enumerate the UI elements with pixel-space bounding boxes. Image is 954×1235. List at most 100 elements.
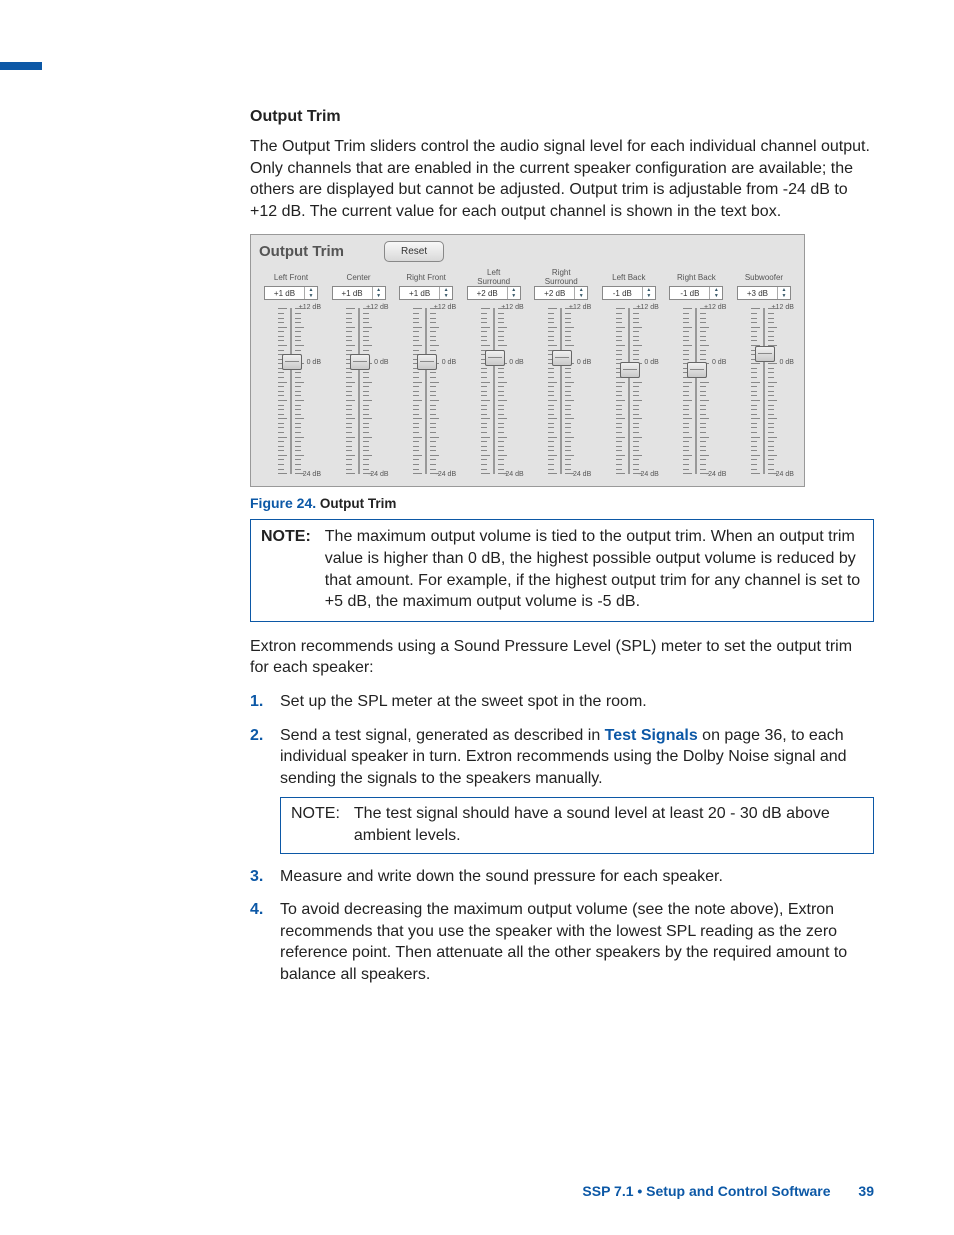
spinner-buttons[interactable]: ▲▼ (439, 287, 452, 299)
slider-thumb[interactable] (417, 354, 437, 370)
step-2: Send a test signal, generated as describ… (274, 725, 874, 854)
spinner-buttons[interactable]: ▲▼ (574, 287, 587, 299)
slider-area: +12 dB0 dB-24 dB (664, 306, 728, 476)
trim-spinner[interactable]: -1 dB▲▼ (669, 286, 723, 300)
spinner-down-icon[interactable]: ▼ (373, 293, 385, 299)
slider-area: +12 dB0 dB-24 dB (394, 306, 458, 476)
note-box-2: NOTE: The test signal should have a soun… (280, 797, 874, 853)
reset-button[interactable]: Reset (384, 241, 444, 262)
slider-thumb[interactable] (552, 350, 572, 366)
trim-value: +3 dB (738, 289, 777, 298)
trim-spinner[interactable]: +1 dB▲▼ (332, 286, 386, 300)
channel-label: Left Surround (477, 268, 510, 286)
slider-rail[interactable] (284, 306, 298, 476)
channel-strip: Left Front+1 dB▲▼+12 dB0 dB-24 dB (259, 268, 323, 476)
slider-mid-label: 0 dB (442, 359, 456, 366)
channel-label: Right Back (677, 268, 716, 286)
slider-rail[interactable] (622, 306, 636, 476)
note-label-2: NOTE: (291, 803, 340, 846)
spinner-down-icon[interactable]: ▼ (710, 293, 722, 299)
note-box-1: NOTE: The maximum output volume is tied … (250, 519, 874, 621)
slider-area: +12 dB0 dB-24 dB (529, 306, 593, 476)
figure-label: Figure 24. (250, 495, 316, 511)
channel-label: Left Back (612, 268, 645, 286)
spinner-down-icon[interactable]: ▼ (778, 293, 790, 299)
spinner-down-icon[interactable]: ▼ (305, 293, 317, 299)
slider-area: +12 dB0 dB-24 dB (732, 306, 796, 476)
trim-value: +1 dB (265, 289, 304, 298)
spinner-buttons[interactable]: ▲▼ (777, 287, 790, 299)
trim-spinner[interactable]: +1 dB▲▼ (399, 286, 453, 300)
channel-strip: Right Back-1 dB▲▼+12 dB0 dB-24 dB (664, 268, 728, 476)
trim-value: -1 dB (603, 289, 642, 298)
spinner-down-icon[interactable]: ▼ (643, 293, 655, 299)
slider-thumb[interactable] (620, 362, 640, 378)
trim-value: -1 dB (670, 289, 709, 298)
slider-rail[interactable] (487, 306, 501, 476)
spinner-buttons[interactable]: ▲▼ (304, 287, 317, 299)
channel-strip: Left Back-1 dB▲▼+12 dB0 dB-24 dB (597, 268, 661, 476)
slider-rail[interactable] (554, 306, 568, 476)
slider-mid-label: 0 dB (577, 359, 591, 366)
note-text: The maximum output volume is tied to the… (325, 526, 863, 612)
spinner-down-icon[interactable]: ▼ (440, 293, 452, 299)
channel-strip: Right Front+1 dB▲▼+12 dB0 dB-24 dB (394, 268, 458, 476)
header-accent-bar (0, 62, 42, 70)
slider-mid-label: 0 dB (780, 359, 794, 366)
slider-thumb[interactable] (282, 354, 302, 370)
slider-thumb[interactable] (687, 362, 707, 378)
steps-list: Set up the SPL meter at the sweet spot i… (250, 691, 874, 986)
slider-mid-label: 0 dB (509, 359, 523, 366)
figure-caption: Figure 24. Output Trim (250, 495, 874, 511)
slider-mid-label: 0 dB (712, 359, 726, 366)
slider-rail[interactable] (689, 306, 703, 476)
channel-strip: Center+1 dB▲▼+12 dB0 dB-24 dB (327, 268, 391, 476)
slider-mid-label: 0 dB (307, 359, 321, 366)
step-2-pre: Send a test signal, generated as describ… (280, 727, 605, 744)
spinner-down-icon[interactable]: ▼ (508, 293, 520, 299)
slider-thumb[interactable] (350, 354, 370, 370)
step-4: To avoid decreasing the maximum output v… (274, 899, 874, 985)
slider-thumb[interactable] (485, 350, 505, 366)
recommendation-paragraph: Extron recommends using a Sound Pressure… (250, 636, 874, 679)
footer-text: SSP 7.1 • Setup and Control Software (582, 1183, 830, 1199)
slider-rail[interactable] (757, 306, 771, 476)
trim-spinner[interactable]: +3 dB▲▼ (737, 286, 791, 300)
slider-area: +12 dB0 dB-24 dB (462, 306, 526, 476)
channel-label: Right Surround (545, 268, 578, 286)
page-number: 39 (858, 1183, 874, 1199)
spinner-down-icon[interactable]: ▼ (575, 293, 587, 299)
slider-thumb[interactable] (755, 346, 775, 362)
channel-strip-row: Left Front+1 dB▲▼+12 dB0 dB-24 dBCenter+… (259, 268, 796, 476)
main-content: Output Trim The Output Trim sliders cont… (250, 108, 874, 997)
trim-spinner[interactable]: +2 dB▲▼ (534, 286, 588, 300)
trim-spinner[interactable]: +2 dB▲▼ (467, 286, 521, 300)
section-heading: Output Trim (250, 108, 874, 126)
slider-area: +12 dB0 dB-24 dB (259, 306, 323, 476)
trim-value: +2 dB (468, 289, 507, 298)
spinner-buttons[interactable]: ▲▼ (642, 287, 655, 299)
trim-value: +1 dB (400, 289, 439, 298)
spinner-buttons[interactable]: ▲▼ (507, 287, 520, 299)
slider-rail[interactable] (419, 306, 433, 476)
step-1: Set up the SPL meter at the sweet spot i… (274, 691, 874, 713)
panel-title: Output Trim (259, 243, 344, 260)
trim-spinner[interactable]: -1 dB▲▼ (602, 286, 656, 300)
intro-paragraph: The Output Trim sliders control the audi… (250, 136, 874, 222)
channel-strip: Left Surround+2 dB▲▼+12 dB0 dB-24 dB (462, 268, 526, 476)
trim-value: +2 dB (535, 289, 574, 298)
spinner-buttons[interactable]: ▲▼ (709, 287, 722, 299)
slider-rail[interactable] (352, 306, 366, 476)
channel-strip: Right Surround+2 dB▲▼+12 dB0 dB-24 dB (529, 268, 593, 476)
figure-caption-text: Output Trim (320, 496, 397, 511)
trim-value: +1 dB (333, 289, 372, 298)
slider-mid-label: 0 dB (644, 359, 658, 366)
channel-label: Subwoofer (745, 268, 783, 286)
channel-label: Right Front (406, 268, 446, 286)
channel-label: Left Front (274, 268, 308, 286)
test-signals-link[interactable]: Test Signals (605, 727, 698, 744)
spinner-buttons[interactable]: ▲▼ (372, 287, 385, 299)
trim-spinner[interactable]: +1 dB▲▼ (264, 286, 318, 300)
step-3: Measure and write down the sound pressur… (274, 866, 874, 888)
output-trim-screenshot: Output Trim Reset Left Front+1 dB▲▼+12 d… (250, 234, 805, 487)
